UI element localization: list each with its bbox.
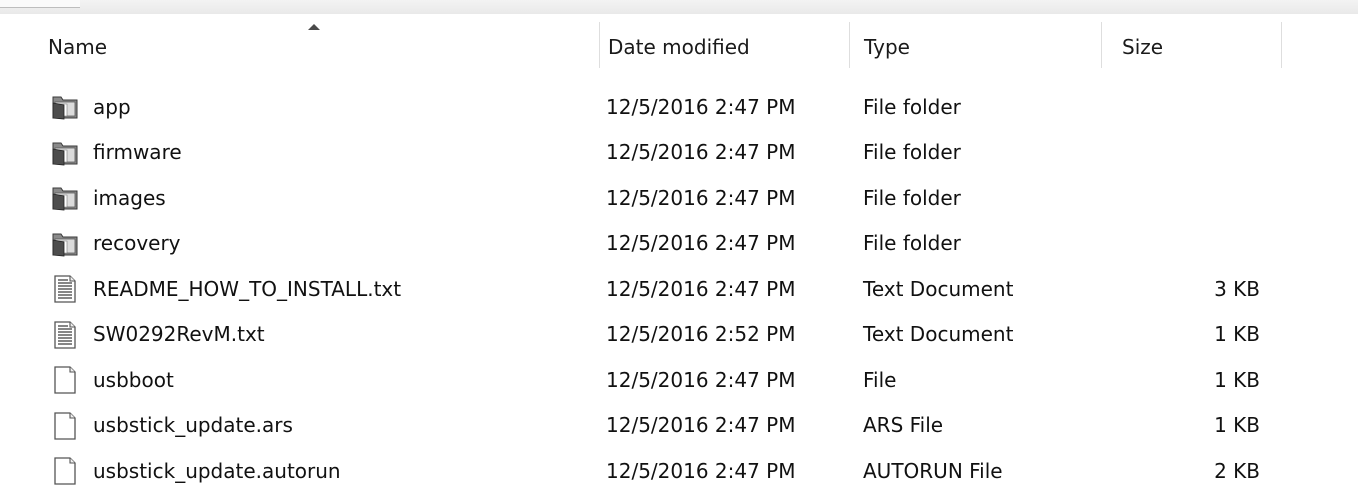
column-header-row: Name Date modified Type Size [0,14,1358,80]
sort-ascending-icon [308,24,320,30]
column-header-date-label: Date modified [608,35,750,59]
file-icon [50,456,80,486]
file-type: File folder [863,94,961,119]
file-name: recovery [93,231,181,256]
file-date-modified: 12/5/2016 2:47 PM [606,185,796,210]
file-row[interactable]: images 12/5/2016 2:47 PM File folder [0,175,1358,221]
column-header-size-label: Size [1122,35,1164,59]
file-size: 3 KB [1214,276,1260,301]
file-name: app [93,94,131,119]
file-row[interactable]: README_HOW_TO_INSTALL.txt 12/5/2016 2:47 … [0,266,1358,312]
file-date-modified: 12/5/2016 2:47 PM [606,367,796,392]
file-date-modified: 12/5/2016 2:52 PM [606,322,796,347]
file-row[interactable]: recovery 12/5/2016 2:47 PM File folder [0,221,1358,267]
file-type: File folder [863,140,961,165]
folder-icon [50,138,80,168]
toolbar-tab-edge [0,0,80,8]
column-header-name[interactable]: Name [0,14,600,80]
column-header-type-label: Type [864,35,910,59]
file-date-modified: 12/5/2016 2:47 PM [606,231,796,256]
file-icon [50,365,80,395]
file-date-modified: 12/5/2016 2:47 PM [606,276,796,301]
file-size: 2 KB [1214,458,1260,483]
file-type: Text Document [863,276,1014,301]
text-document-icon [50,320,80,350]
folder-icon [50,92,80,122]
file-row[interactable]: SW0292RevM.txt 12/5/2016 2:52 PM Text Docu… [0,312,1358,358]
file-row[interactable]: usbboot 12/5/2016 2:47 PM File 1 KB [0,357,1358,403]
file-date-modified: 12/5/2016 2:47 PM [606,140,796,165]
file-name: usbstick_update.ars [93,413,293,438]
file-size [1110,221,1260,267]
file-name: README_HOW_TO_INSTALL.txt [93,276,402,301]
file-type: File folder [863,231,961,256]
file-name: SW0292RevM.txt [93,322,265,347]
folder-icon [50,183,80,213]
file-type: Text Document [863,322,1014,347]
file-name: usbboot [93,367,174,392]
file-type: AUTORUN File [863,458,1003,483]
file-icon [50,411,80,441]
file-date-modified: 12/5/2016 2:47 PM [606,94,796,119]
column-header-size[interactable]: Size [1102,14,1282,80]
file-row[interactable]: firmware 12/5/2016 2:47 PM File folder [0,130,1358,176]
file-name: images [93,185,166,210]
file-name: firmware [93,140,182,165]
column-header-type[interactable]: Type [850,14,1102,80]
file-type: ARS File [863,413,944,438]
file-size: 1 KB [1214,322,1260,347]
file-row[interactable]: usbstick_update.ars 12/5/2016 2:47 PM ARS … [0,403,1358,449]
text-document-icon [50,274,80,304]
column-divider[interactable] [1281,22,1282,68]
file-date-modified: 12/5/2016 2:47 PM [606,413,796,438]
folder-icon [50,229,80,259]
file-list: app 12/5/2016 2:47 PM File folder firmware 1… [0,84,1358,494]
file-date-modified: 12/5/2016 2:47 PM [606,458,796,483]
file-row[interactable]: usbstick_update.autorun 12/5/2016 2:47 PM… [0,448,1358,494]
file-size: 1 KB [1214,367,1260,392]
column-header-name-label: Name [48,35,108,59]
toolbar-edge [0,0,1358,15]
file-size: 1 KB [1214,413,1260,438]
file-size [1110,130,1260,176]
file-size [1110,84,1260,130]
file-row[interactable]: app 12/5/2016 2:47 PM File folder [0,84,1358,130]
column-header-date-modified[interactable]: Date modified [600,14,850,80]
file-name: usbstick_update.autorun [93,458,341,483]
file-type: File [863,367,897,392]
file-size [1110,175,1260,221]
file-type: File folder [863,185,961,210]
